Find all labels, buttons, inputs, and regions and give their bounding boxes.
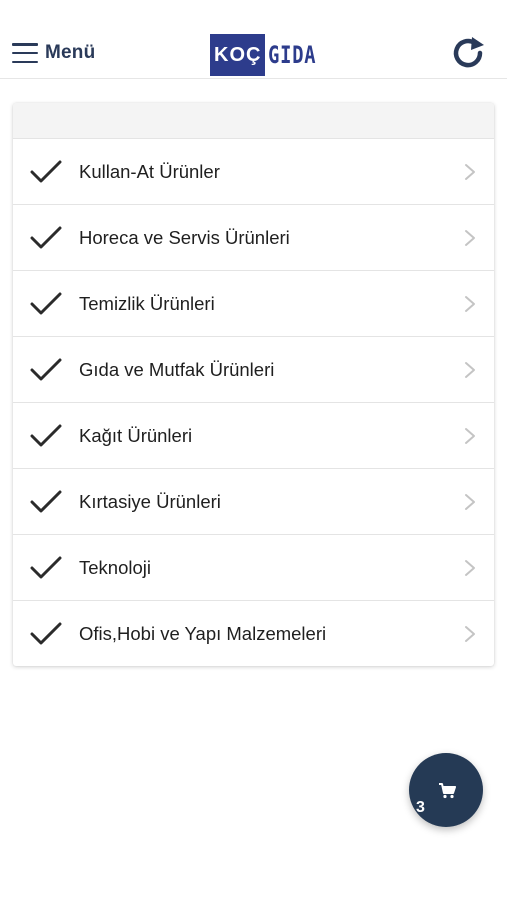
category-item[interactable]: Gıda ve Mutfak Ürünleri (13, 336, 494, 402)
category-item[interactable]: Kağıt Ürünleri (13, 402, 494, 468)
chevron-right-icon (465, 164, 475, 180)
category-label: Ofis,Hobi ve Yapı Malzemeleri (79, 622, 327, 644)
category-label: Gıda ve Mutfak Ürünleri (79, 358, 275, 380)
category-label: Kağıt Ürünleri (79, 424, 193, 446)
category-label: Kullan-At Ürünler (79, 160, 220, 182)
check-icon (30, 160, 62, 183)
cart-button[interactable]: 3 (409, 753, 483, 827)
check-icon (30, 556, 62, 579)
logo-text: GIDA (268, 41, 317, 69)
cart-count-badge: 3 (416, 799, 425, 816)
logo-box-text: KOÇ (210, 34, 266, 76)
chevron-right-icon (465, 560, 475, 576)
category-label: Horeca ve Servis Ürünleri (79, 226, 290, 248)
check-icon (30, 622, 62, 645)
category-item[interactable]: Kullan-At Ürünler (13, 138, 494, 204)
app-header: Menü KOÇ GIDA (0, 0, 507, 79)
chevron-right-icon (465, 494, 475, 510)
check-icon (30, 358, 62, 381)
category-label: Kırtasiye Ürünleri (79, 490, 221, 512)
chevron-right-icon (465, 230, 475, 246)
check-icon (30, 424, 62, 447)
category-item[interactable]: Teknoloji (13, 534, 494, 600)
chevron-right-icon (465, 362, 475, 378)
list-header (13, 103, 494, 138)
cart-icon (439, 783, 456, 799)
category-item[interactable]: Temizlik Ürünleri (13, 270, 494, 336)
brand-logo[interactable]: KOÇ GIDA (210, 34, 331, 76)
category-label: Temizlik Ürünleri (79, 292, 215, 314)
chevron-right-icon (465, 296, 475, 312)
chevron-right-icon (465, 428, 475, 444)
chevron-right-icon (465, 626, 475, 642)
check-icon (30, 226, 62, 249)
check-icon (30, 490, 62, 513)
category-item[interactable]: Horeca ve Servis Ürünleri (13, 204, 494, 270)
category-item[interactable]: Ofis,Hobi ve Yapı Malzemeleri (13, 600, 494, 666)
refresh-icon[interactable] (450, 36, 488, 70)
menu-label: Menü (45, 42, 96, 63)
category-list: Kullan-At Ürünler Horeca ve Servis Ürünle… (13, 103, 494, 666)
category-label: Teknoloji (79, 556, 151, 578)
menu-button[interactable]: Menü (12, 38, 95, 68)
category-item[interactable]: Kırtasiye Ürünleri (13, 468, 494, 534)
hamburger-icon (12, 43, 38, 63)
check-icon (30, 292, 62, 315)
